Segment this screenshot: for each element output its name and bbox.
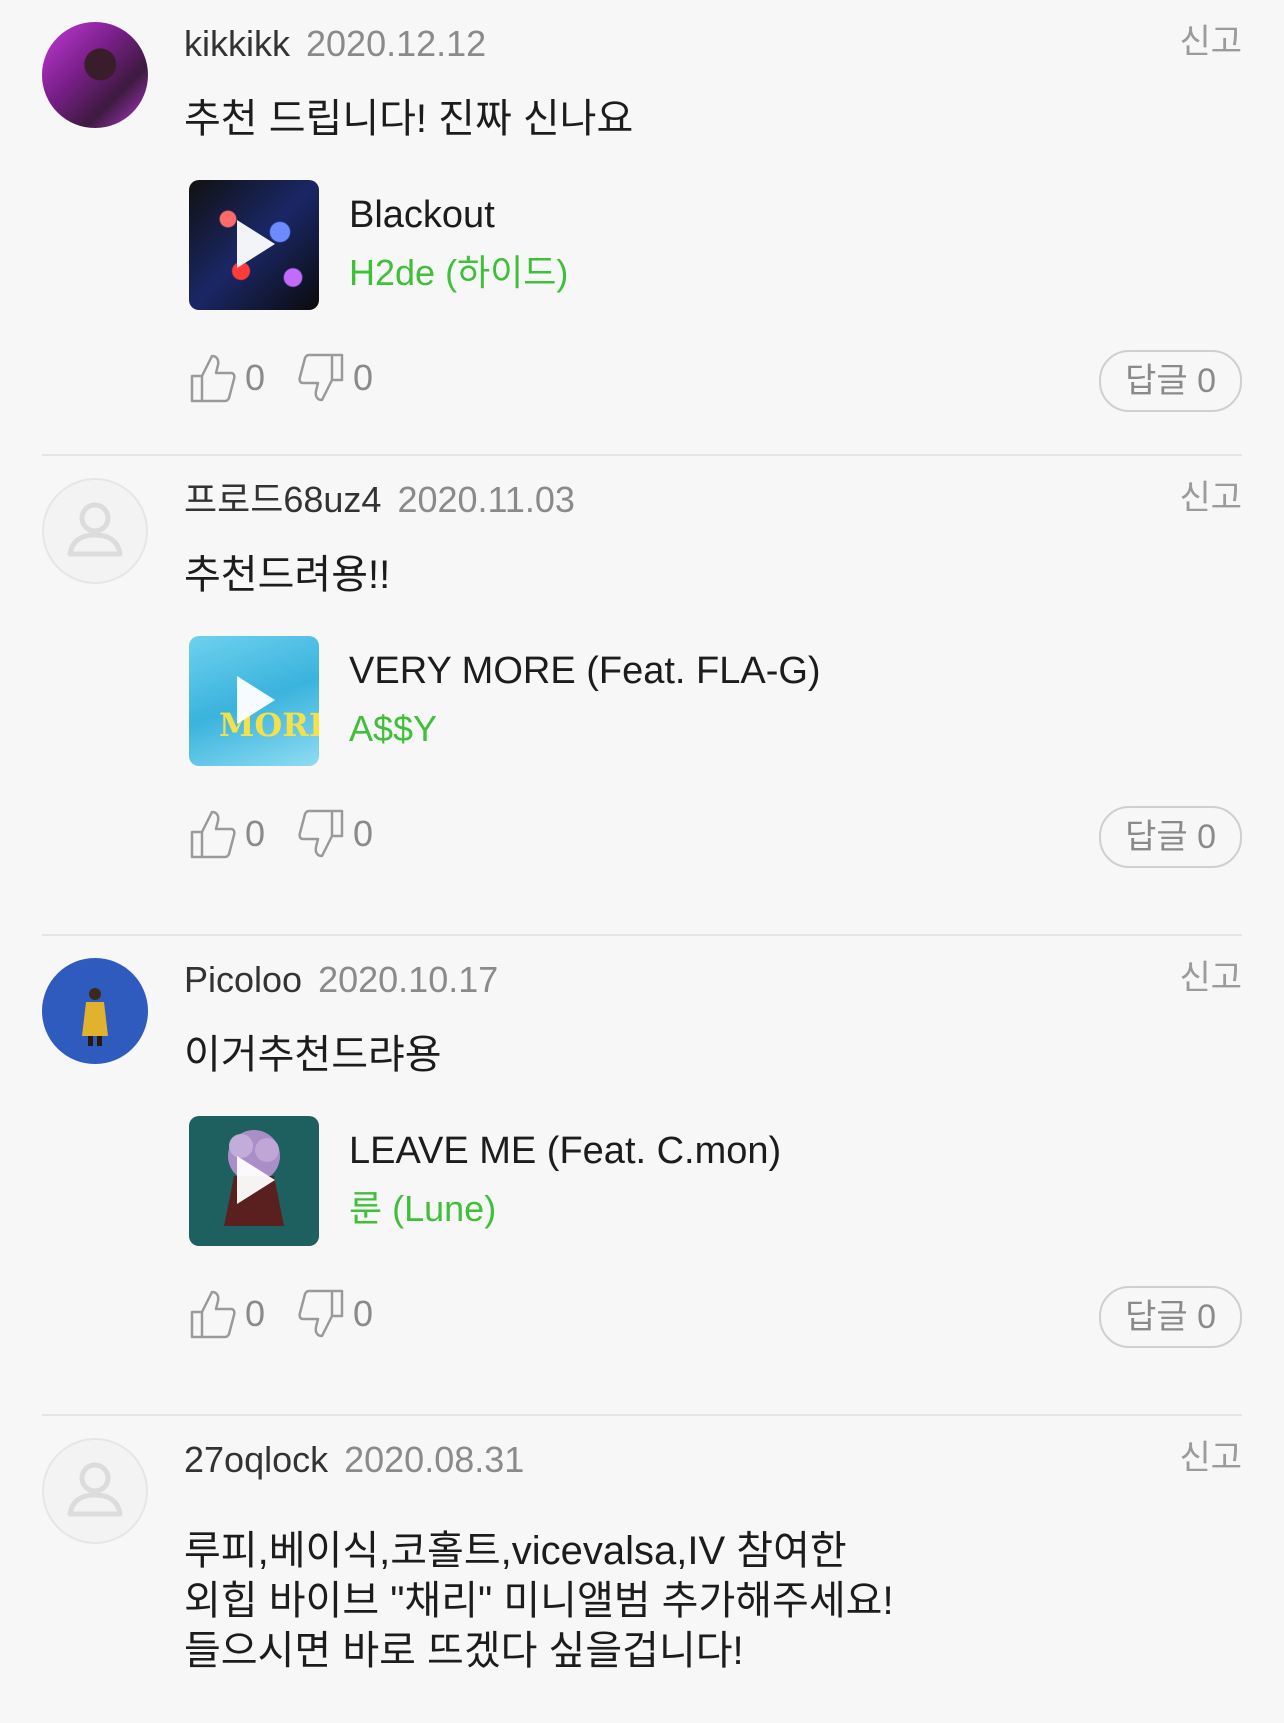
reply-button[interactable]: 답글 0 (1099, 1286, 1242, 1348)
track-info[interactable]: VERY MORE (Feat. FLA-G) A$$Y (349, 648, 821, 752)
track-title[interactable]: LEAVE ME (Feat. C.mon) (349, 1128, 781, 1174)
like-count: 0 (245, 813, 266, 854)
track-artist[interactable]: 룬 (Lune) (349, 1186, 781, 1232)
comment-meta: Picoloo 2020.10.17 (184, 956, 498, 1004)
user-icon (67, 1462, 123, 1517)
like-button[interactable]: 0 (189, 1286, 265, 1342)
comment-item: kikkikk 2020.12.12 신고 추천 드립니다! 진짜 신나요 Bla… (0, 0, 1284, 456)
thumbs-up-icon (190, 354, 236, 403)
comment-text: 추천 드립니다! 진짜 신나요 (184, 97, 634, 141)
comment-text: 추천드려용!! (184, 553, 391, 597)
track-artist[interactable]: H2de (하이드) (349, 250, 568, 296)
dislike-count: 0 (353, 1293, 374, 1334)
report-button[interactable]: 신고 (1179, 1434, 1242, 1482)
comment-item: 27oqlock 2020.08.31 신고 루피,베이식,코홀트,viceval… (0, 1416, 1284, 1706)
username[interactable]: 프로드68uz4 (184, 479, 381, 520)
reply-button[interactable]: 답글 0 (1099, 350, 1242, 412)
comment-text: 루피,베이식,코홀트,vicevalsa,IV 참여한 외힙 바이브 "채리" … (184, 1526, 894, 1676)
comment-date: 2020.12.12 (306, 23, 487, 64)
thumbs-down-icon (298, 353, 344, 402)
comment-text-line: 들으시면 바로 뜨겠다 싶을겁니다! (184, 1629, 744, 1673)
comment-meta: 27oqlock 2020.08.31 (184, 1436, 524, 1484)
like-button[interactable]: 0 (189, 350, 265, 406)
comment-item: 프로드68uz4 2020.11.03 신고 추천드려용!! MORE VERY … (0, 456, 1284, 936)
avatar[interactable] (42, 1438, 148, 1544)
track-title[interactable]: VERY MORE (Feat. FLA-G) (349, 648, 821, 694)
dislike-count: 0 (353, 357, 374, 398)
comment-date: 2020.10.17 (318, 959, 499, 1000)
play-icon[interactable] (237, 220, 275, 268)
track-artist[interactable]: A$$Y (349, 706, 821, 752)
album-art[interactable] (189, 1116, 319, 1246)
report-button[interactable]: 신고 (1179, 474, 1242, 522)
dislike-button[interactable]: 0 (297, 806, 373, 862)
person-figure-icon (82, 988, 108, 1046)
reply-button[interactable]: 답글 0 (1099, 806, 1242, 868)
report-button[interactable]: 신고 (1179, 954, 1242, 1002)
like-count: 0 (245, 1293, 266, 1334)
comment-date: 2020.08.31 (344, 1439, 525, 1480)
comment-list: kikkikk 2020.12.12 신고 추천 드립니다! 진짜 신나요 Bla… (0, 0, 1284, 1706)
avatar[interactable] (42, 958, 148, 1064)
thumbs-up-icon (190, 810, 236, 859)
like-count: 0 (245, 357, 266, 398)
thumbs-down-icon (298, 1289, 344, 1338)
thumbs-up-icon (190, 1290, 236, 1339)
report-button[interactable]: 신고 (1179, 18, 1242, 66)
like-button[interactable]: 0 (189, 806, 265, 862)
dislike-count: 0 (353, 813, 374, 854)
play-icon[interactable] (237, 676, 275, 724)
album-art[interactable]: MORE (189, 636, 319, 766)
comment-date: 2020.11.03 (397, 479, 575, 520)
user-icon (67, 502, 123, 557)
track-title[interactable]: Blackout (349, 192, 568, 238)
track-info[interactable]: Blackout H2de (하이드) (349, 192, 568, 296)
username[interactable]: kikkikk (184, 23, 290, 64)
comment-item: Picoloo 2020.10.17 신고 이거추천드랴용 LEAVE ME (F… (0, 936, 1284, 1416)
comment-text-line: 외힙 바이브 "채리" 미니앨범 추가해주세요! (184, 1579, 894, 1623)
comment-text-line: 루피,베이식,코홀트,vicevalsa,IV 참여한 (184, 1529, 847, 1573)
play-icon[interactable] (237, 1156, 275, 1204)
comment-meta: 프로드68uz4 2020.11.03 (184, 476, 575, 524)
username[interactable]: 27oqlock (184, 1439, 328, 1480)
avatar[interactable] (42, 478, 148, 584)
dislike-button[interactable]: 0 (297, 350, 373, 406)
thumbs-down-icon (298, 809, 344, 858)
username[interactable]: Picoloo (184, 959, 302, 1000)
track-info[interactable]: LEAVE ME (Feat. C.mon) 룬 (Lune) (349, 1128, 781, 1232)
comment-text: 이거추천드랴용 (184, 1033, 442, 1077)
album-art[interactable] (189, 180, 319, 310)
dislike-button[interactable]: 0 (297, 1286, 373, 1342)
avatar[interactable] (42, 22, 148, 128)
comment-meta: kikkikk 2020.12.12 (184, 20, 486, 68)
